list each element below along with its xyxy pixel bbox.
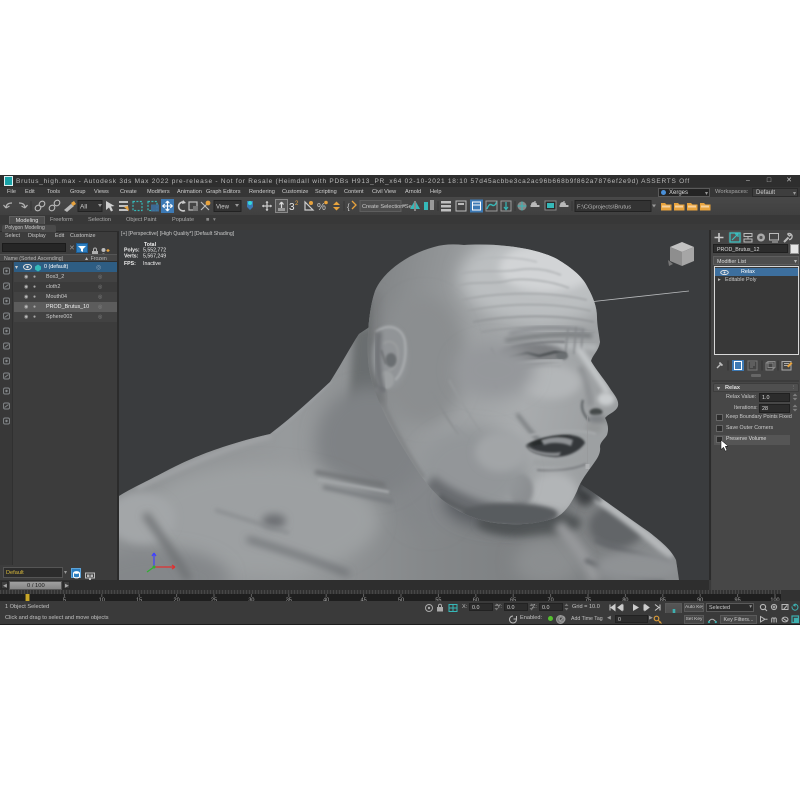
svg-text:2: 2 xyxy=(295,201,299,207)
svg-text:{: { xyxy=(347,203,350,212)
svg-text:Verts:: Verts: xyxy=(124,254,139,260)
svg-text:All: All xyxy=(80,204,88,211)
svg-text:View: View xyxy=(216,205,230,211)
svg-text:[+] [Perspective] [High Qualit: [+] [Perspective] [High Quality*] [Defau… xyxy=(121,231,235,237)
svg-text:Inactive: Inactive xyxy=(143,261,161,267)
svg-text:FPS:: FPS: xyxy=(124,261,136,267)
svg-text:5,567,249: 5,567,249 xyxy=(143,254,166,260)
svg-text:F:\CGprojects\Brutus: F:\CGprojects\Brutus xyxy=(577,205,631,211)
